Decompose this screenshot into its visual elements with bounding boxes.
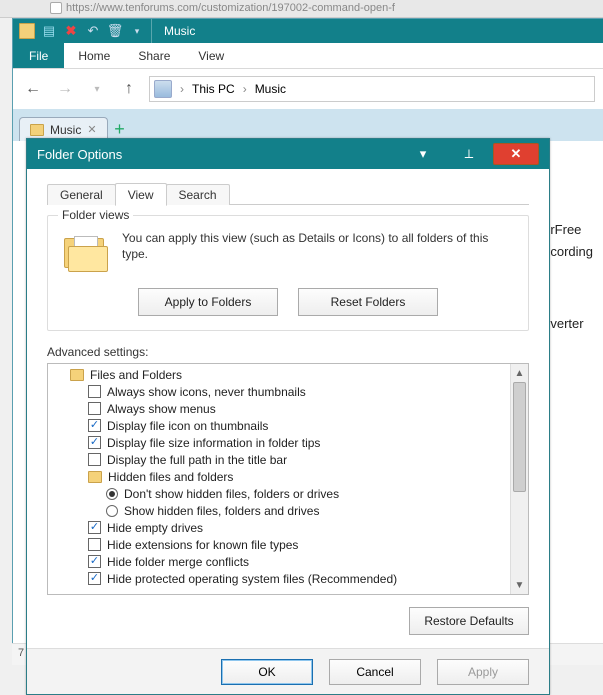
checkbox[interactable] [88, 572, 101, 585]
folder-icon[interactable] [19, 23, 35, 39]
radio[interactable] [106, 488, 118, 500]
dialog-title: Folder Options [37, 147, 122, 162]
recycle-icon[interactable]: 🗑 [107, 23, 123, 39]
opt-hide-empty-drives[interactable]: Hide empty drives [52, 519, 508, 536]
opt-show-hidden[interactable]: Show hidden files, folders and drives [52, 502, 508, 519]
scrollbar[interactable]: ▲ ▼ [510, 364, 528, 594]
checkbox[interactable] [88, 436, 101, 449]
cancel-button[interactable]: Cancel [329, 659, 421, 685]
forward-button[interactable]: → [53, 77, 77, 101]
checkbox[interactable] [88, 555, 101, 568]
checkbox[interactable] [88, 385, 101, 398]
collapse-icon[interactable]: ▾ [401, 143, 445, 165]
breadcrumb-music[interactable]: Music [255, 82, 286, 96]
opt-dont-show-hidden[interactable]: Don't show hidden files, folders or driv… [52, 485, 508, 502]
explorer-titlebar: ▤ ✖ ↶ 🗑 ▾ Music [13, 19, 603, 43]
list-item[interactable]: erFree [543, 219, 599, 241]
radio[interactable] [106, 505, 118, 517]
folder-icon [30, 124, 44, 136]
ribbon-tab-home[interactable]: Home [64, 43, 124, 68]
group-legend: Folder views [58, 208, 133, 222]
up-button[interactable]: ↑ [117, 77, 141, 101]
file-list-partial: erFree ecording nverter [543, 219, 599, 335]
opt-icon-thumbnails[interactable]: Display file icon on thumbnails [52, 417, 508, 434]
folder-views-desc: You can apply this view (such as Details… [122, 230, 514, 278]
list-item[interactable]: ecording [543, 241, 599, 263]
undo-icon[interactable]: ↶ [85, 23, 101, 39]
chevron-right-icon[interactable]: › [176, 82, 188, 96]
checkbox[interactable] [88, 538, 101, 551]
folder-icon [88, 471, 102, 483]
advanced-settings-label: Advanced settings: [47, 345, 529, 359]
reset-folders-button[interactable]: Reset Folders [298, 288, 438, 316]
tree-group-files: Files and Folders [52, 366, 508, 383]
qat-dropdown-icon[interactable]: ▾ [129, 23, 145, 39]
scroll-up-icon[interactable]: ▲ [511, 364, 528, 382]
breadcrumb-this-pc[interactable]: This PC [192, 82, 235, 96]
scroll-thumb[interactable] [513, 382, 526, 492]
checkbox[interactable] [88, 521, 101, 534]
opt-always-icons[interactable]: Always show icons, never thumbnails [52, 383, 508, 400]
ok-button[interactable]: OK [221, 659, 313, 685]
opt-hide-extensions[interactable]: Hide extensions for known file types [52, 536, 508, 553]
opt-file-size-tips[interactable]: Display file size information in folder … [52, 434, 508, 451]
tree-group-hidden: Hidden files and folders [52, 468, 508, 485]
folder-views-icon [62, 230, 110, 278]
recent-dropdown-icon[interactable]: ▾ [85, 77, 109, 101]
close-button[interactable]: ✕ [493, 143, 539, 165]
restore-defaults-button[interactable]: Restore Defaults [409, 607, 529, 635]
ribbon-tabs: File Home Share View [13, 43, 603, 69]
lock-icon [50, 2, 62, 14]
ribbon-tab-file[interactable]: File [13, 43, 64, 68]
tab-search[interactable]: Search [166, 184, 230, 205]
pin-icon[interactable]: ⟂ [447, 143, 491, 165]
folder-views-group: Folder views You can apply this view (su… [47, 215, 529, 331]
checkbox[interactable] [88, 419, 101, 432]
apply-to-folders-button[interactable]: Apply to Folders [138, 288, 278, 316]
opt-always-menus[interactable]: Always show menus [52, 400, 508, 417]
folder-options-dialog: Folder Options ▾ ⟂ ✕ General View Search… [26, 138, 550, 695]
scroll-down-icon[interactable]: ▼ [511, 576, 528, 594]
checkbox[interactable] [88, 453, 101, 466]
tab-view[interactable]: View [115, 183, 167, 206]
options-tab-strip: General View Search [47, 183, 529, 205]
advanced-settings-tree[interactable]: Files and Folders Always show icons, nev… [47, 363, 529, 595]
opt-full-path-title[interactable]: Display the full path in the title bar [52, 451, 508, 468]
back-button[interactable]: ← [21, 77, 45, 101]
checkbox[interactable] [88, 402, 101, 415]
delete-icon[interactable]: ✖ [63, 23, 79, 39]
dialog-body: General View Search Folder views You can… [27, 169, 549, 648]
folder-icon [70, 369, 84, 381]
apply-button[interactable]: Apply [437, 659, 529, 685]
pc-icon [154, 80, 172, 98]
chevron-right-icon[interactable]: › [239, 82, 251, 96]
dialog-titlebar[interactable]: Folder Options ▾ ⟂ ✕ [27, 139, 549, 169]
tab-general[interactable]: General [47, 184, 116, 205]
browser-address-bar: https://www.tenforums.com/customization/… [0, 0, 603, 18]
window-title: Music [151, 19, 207, 43]
nav-row: ← → ▾ ↑ › This PC › Music [13, 69, 603, 109]
ribbon-tab-share[interactable]: Share [124, 43, 184, 68]
opt-hide-os-files[interactable]: Hide protected operating system files (R… [52, 570, 508, 587]
properties-icon[interactable]: ▤ [41, 23, 57, 39]
document-tab-bar: Music ✕ + [13, 109, 603, 141]
opt-hide-merge-conflicts[interactable]: Hide folder merge conflicts [52, 553, 508, 570]
dialog-footer: OK Cancel Apply [27, 648, 549, 694]
scroll-track[interactable] [511, 382, 528, 576]
breadcrumb[interactable]: › This PC › Music [149, 76, 595, 102]
list-item[interactable]: nverter [543, 313, 599, 335]
ribbon-tab-view[interactable]: View [184, 43, 238, 68]
document-tab-label: Music [50, 123, 81, 137]
close-tab-icon[interactable]: ✕ [87, 123, 96, 136]
